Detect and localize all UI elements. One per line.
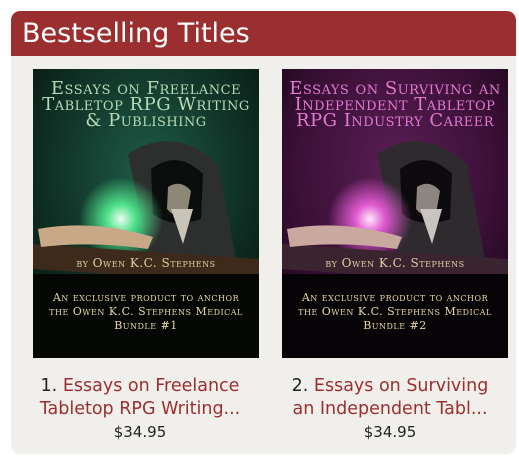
- cover-author-2: by Owen K.C. Stephens: [325, 256, 465, 270]
- product-price-2: $34.95: [363, 423, 417, 441]
- product-caption-1: 1. Essays on Freelance Tabletop RPG Writi…: [15, 375, 265, 421]
- cover-blurb-1: An exclusive product to anchor the Owen …: [49, 291, 243, 332]
- section-title: Bestselling Titles: [11, 11, 516, 56]
- product-title-line1-2: Essays on Surviving: [313, 376, 489, 396]
- product-price-1: $34.95: [113, 423, 167, 441]
- bestselling-widget: Bestselling Titles Essays on Freelance T…: [11, 11, 516, 454]
- product-rank-2: 2.: [291, 376, 309, 396]
- product-cover-1[interactable]: Essays on Freelance Tabletop RPG Writing…: [33, 69, 259, 358]
- product-title-line1-1: Essays on Freelance: [62, 376, 240, 396]
- product-caption-2: 2. Essays on Surviving an Independent Tab…: [265, 375, 515, 421]
- product-cover-2[interactable]: Essays on Surviving an Independent Table…: [282, 69, 508, 358]
- cover-title-2: Essays on Surviving an Independent Table…: [289, 78, 501, 131]
- product-link-1[interactable]: Essays on Freelance Tabletop RPG Writing.…: [40, 376, 241, 419]
- cover-title-1: Essays on Freelance Tabletop RPG Writing…: [42, 78, 250, 131]
- cover-author-1: by Owen K.C. Stephens: [76, 256, 216, 270]
- product-title-line2-1: Tabletop RPG Writing...: [39, 399, 241, 419]
- product-title-line2-2: an Independent Tabl...: [292, 399, 488, 419]
- product-link-2[interactable]: Essays on Surviving an Independent Tabl..…: [292, 376, 488, 419]
- product-rank-1: 1.: [40, 376, 58, 396]
- cover-blurb-2: An exclusive product to anchor the Owen …: [298, 291, 492, 332]
